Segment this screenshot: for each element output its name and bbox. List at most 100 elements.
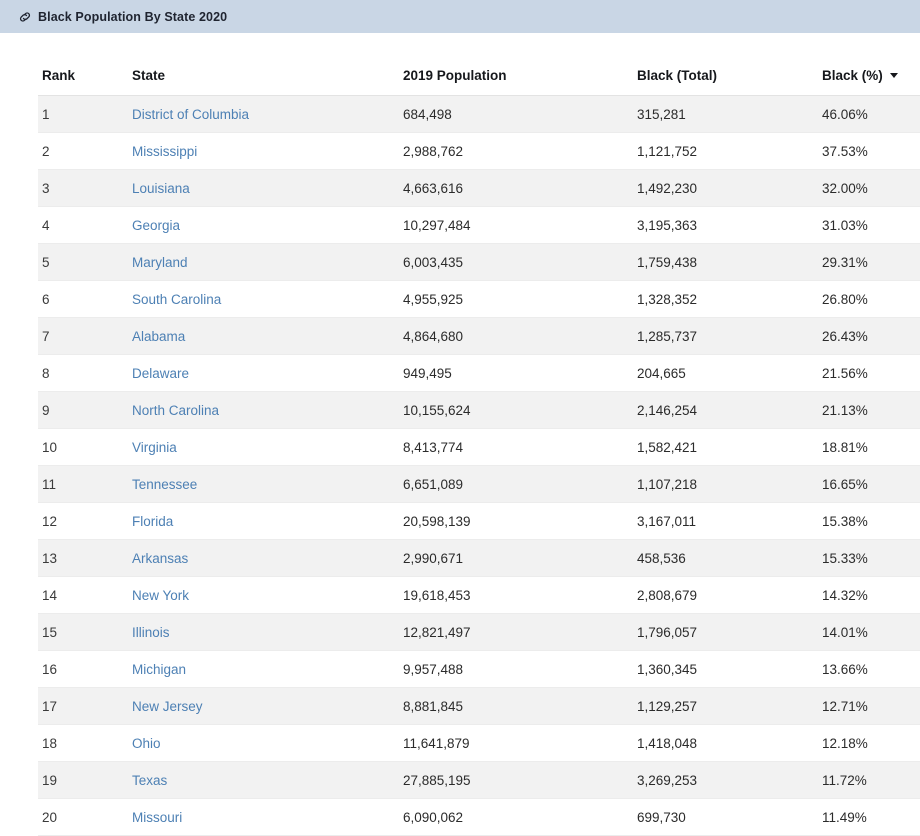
cell-population: 10,297,484 — [399, 206, 633, 244]
table-row: 13 Arkansas 2,990,671 458,536 15.33% — [38, 539, 920, 577]
cell-state: Mississippi — [128, 132, 399, 170]
state-link[interactable]: Florida — [132, 514, 173, 529]
table-row: 5 Maryland 6,003,435 1,759,438 29.31% — [38, 243, 920, 281]
cell-population: 2,988,762 — [399, 132, 633, 170]
table-row: 8 Delaware 949,495 204,665 21.56% — [38, 354, 920, 392]
table-row: 4 Georgia 10,297,484 3,195,363 31.03% — [38, 206, 920, 244]
cell-population: 4,663,616 — [399, 169, 633, 207]
cell-state: Alabama — [128, 317, 399, 355]
cell-state: Tennessee — [128, 465, 399, 503]
cell-rank: 6 — [38, 280, 128, 318]
cell-state: Ohio — [128, 724, 399, 762]
cell-rank: 11 — [38, 465, 128, 503]
cell-population: 4,955,925 — [399, 280, 633, 318]
state-link[interactable]: Georgia — [132, 218, 180, 233]
cell-black-percent: 21.56% — [818, 354, 920, 392]
cell-black-percent: 46.06% — [818, 95, 920, 133]
state-link[interactable]: Michigan — [132, 662, 186, 677]
cell-black-percent: 18.81% — [818, 428, 920, 466]
cell-state: Delaware — [128, 354, 399, 392]
cell-black-total: 2,146,254 — [633, 391, 818, 429]
cell-black-percent: 13.66% — [818, 650, 920, 688]
table-row: 3 Louisiana 4,663,616 1,492,230 32.00% — [38, 169, 920, 207]
cell-black-percent: 12.71% — [818, 687, 920, 725]
table-row: 15 Illinois 12,821,497 1,796,057 14.01% — [38, 613, 920, 651]
table-row: 7 Alabama 4,864,680 1,285,737 26.43% — [38, 317, 920, 355]
cell-black-percent: 29.31% — [818, 243, 920, 281]
cell-state: Michigan — [128, 650, 399, 688]
column-header-state-label: State — [132, 68, 166, 83]
table-row: 10 Virginia 8,413,774 1,582,421 18.81% — [38, 428, 920, 466]
cell-black-total: 1,129,257 — [633, 687, 818, 725]
cell-population: 12,821,497 — [399, 613, 633, 651]
state-link[interactable]: Virginia — [132, 440, 177, 455]
cell-black-total: 1,360,345 — [633, 650, 818, 688]
cell-rank: 13 — [38, 539, 128, 577]
table-row: 16 Michigan 9,957,488 1,360,345 13.66% — [38, 650, 920, 688]
cell-rank: 4 — [38, 206, 128, 244]
state-link[interactable]: District of Columbia — [132, 107, 249, 122]
state-link[interactable]: South Carolina — [132, 292, 221, 307]
cell-black-total: 2,808,679 — [633, 576, 818, 614]
cell-state: New Jersey — [128, 687, 399, 725]
table-header-row: Rank State 2019 Population Black (Total)… — [38, 33, 920, 96]
cell-state: New York — [128, 576, 399, 614]
state-link[interactable]: Maryland — [132, 255, 188, 270]
cell-black-total: 3,269,253 — [633, 761, 818, 799]
table-row: 18 Ohio 11,641,879 1,418,048 12.18% — [38, 724, 920, 762]
cell-state: Virginia — [128, 428, 399, 466]
cell-rank: 16 — [38, 650, 128, 688]
cell-state: Texas — [128, 761, 399, 799]
state-link[interactable]: Missouri — [132, 810, 182, 825]
state-link[interactable]: Ohio — [132, 736, 161, 751]
table-row: 19 Texas 27,885,195 3,269,253 11.72% — [38, 761, 920, 799]
table-header: Rank State 2019 Population Black (Total)… — [38, 33, 920, 96]
cell-black-percent: 26.43% — [818, 317, 920, 355]
cell-black-total: 458,536 — [633, 539, 818, 577]
table-row: 11 Tennessee 6,651,089 1,107,218 16.65% — [38, 465, 920, 503]
column-header-population[interactable]: 2019 Population — [399, 33, 633, 96]
state-link[interactable]: North Carolina — [132, 403, 219, 418]
cell-black-total: 3,195,363 — [633, 206, 818, 244]
cell-rank: 7 — [38, 317, 128, 355]
cell-state: North Carolina — [128, 391, 399, 429]
column-header-rank[interactable]: Rank — [38, 33, 128, 96]
cell-black-total: 3,167,011 — [633, 502, 818, 540]
cell-black-percent: 15.33% — [818, 539, 920, 577]
cell-black-percent: 11.49% — [818, 798, 920, 836]
cell-rank: 17 — [38, 687, 128, 725]
table-row: 9 North Carolina 10,155,624 2,146,254 21.13% — [38, 391, 920, 429]
cell-black-total: 1,582,421 — [633, 428, 818, 466]
cell-population: 6,090,062 — [399, 798, 633, 836]
state-link[interactable]: New Jersey — [132, 699, 203, 714]
state-link[interactable]: Tennessee — [132, 477, 197, 492]
state-link[interactable]: Arkansas — [132, 551, 188, 566]
state-link[interactable]: Louisiana — [132, 181, 190, 196]
cell-black-total: 1,492,230 — [633, 169, 818, 207]
cell-black-total: 1,107,218 — [633, 465, 818, 503]
black-population-table: Rank State 2019 Population Black (Total)… — [38, 33, 920, 836]
state-link[interactable]: Delaware — [132, 366, 189, 381]
column-header-black-total[interactable]: Black (Total) — [633, 33, 818, 96]
cell-black-percent: 26.80% — [818, 280, 920, 318]
table-body: 1 District of Columbia 684,498 315,281 46.06… — [38, 95, 920, 836]
cell-black-percent: 31.03% — [818, 206, 920, 244]
state-link[interactable]: New York — [132, 588, 189, 603]
cell-black-percent: 12.18% — [818, 724, 920, 762]
cell-population: 10,155,624 — [399, 391, 633, 429]
cell-population: 20,598,139 — [399, 502, 633, 540]
state-link[interactable]: Mississippi — [132, 144, 197, 159]
cell-black-percent: 11.72% — [818, 761, 920, 799]
cell-state: Maryland — [128, 243, 399, 281]
page-banner: Black Population By State 2020 — [0, 0, 920, 33]
cell-black-percent: 15.38% — [818, 502, 920, 540]
column-header-black-percent[interactable]: Black (%) — [818, 33, 920, 96]
state-link[interactable]: Alabama — [132, 329, 185, 344]
column-header-state[interactable]: State — [128, 33, 399, 96]
cell-rank: 5 — [38, 243, 128, 281]
table-row: 6 South Carolina 4,955,925 1,328,352 26.80% — [38, 280, 920, 318]
state-link[interactable]: Texas — [132, 773, 167, 788]
table-row: 17 New Jersey 8,881,845 1,129,257 12.71% — [38, 687, 920, 725]
page-title: Black Population By State 2020 — [38, 9, 228, 24]
state-link[interactable]: Illinois — [132, 625, 170, 640]
